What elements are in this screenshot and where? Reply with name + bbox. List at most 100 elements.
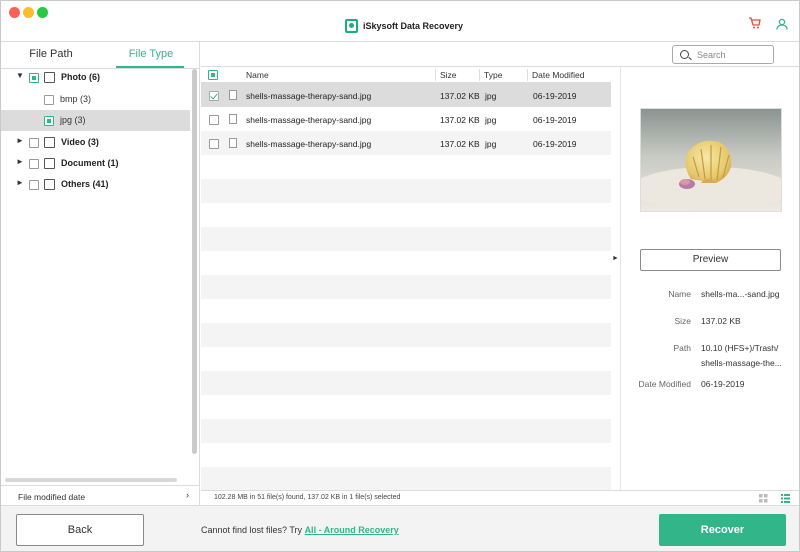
- chevron-down-icon[interactable]: ▼: [16, 71, 24, 80]
- others-checkbox[interactable]: [29, 180, 39, 190]
- user-icon[interactable]: [776, 18, 788, 30]
- column-size-header[interactable]: Size: [440, 70, 457, 80]
- preview-button[interactable]: Preview: [640, 249, 781, 271]
- tree-item-label: Video (3): [61, 137, 99, 147]
- all-around-recovery-link[interactable]: All - Around Recovery: [305, 525, 399, 535]
- search-placeholder: Search: [697, 50, 726, 60]
- row-checkbox[interactable]: [209, 139, 219, 149]
- tree-vertical-scrollbar[interactable]: [191, 69, 198, 454]
- image-file-icon: [229, 90, 237, 100]
- tree-item-label: Photo (6): [61, 72, 100, 82]
- file-name: shells-massage-therapy-sand.jpg: [246, 115, 372, 125]
- empty-row: [201, 275, 611, 299]
- recover-button[interactable]: Recover: [659, 514, 786, 546]
- maximize-window-button[interactable]: [37, 7, 48, 18]
- empty-row: [201, 251, 611, 275]
- file-size: 137.02 KB: [440, 139, 480, 149]
- document-checkbox[interactable]: [29, 159, 39, 169]
- title-bar: iSkysoft Data Recovery: [1, 1, 799, 42]
- empty-row: [201, 323, 611, 347]
- collapse-preview-icon[interactable]: ►: [612, 255, 619, 262]
- file-date: 06-19-2019: [533, 91, 577, 101]
- bottom-bar: Back Cannot find lost files? Try All - A…: [1, 505, 799, 551]
- app-logo-icon: [345, 19, 358, 33]
- table-row[interactable]: shells-massage-therapy-sand.jpg 137.02 K…: [201, 131, 611, 155]
- image-file-icon: [229, 114, 237, 124]
- search-icon: [680, 50, 689, 59]
- tree-item-bmp[interactable]: bmp (3): [1, 89, 190, 110]
- bmp-checkbox[interactable]: [44, 95, 54, 105]
- chevron-right-icon[interactable]: ►: [16, 178, 24, 187]
- select-all-checkbox[interactable]: [208, 70, 218, 80]
- path-value-line2: shells-massage-the...: [701, 358, 782, 368]
- tree-item-label: Document (1): [61, 158, 119, 168]
- table-row[interactable]: shells-massage-therapy-sand.jpg 137.02 K…: [201, 83, 611, 107]
- chevron-right-icon: ›: [186, 490, 189, 500]
- row-checkbox[interactable]: [209, 115, 219, 125]
- file-type-panel: File Path File Type ▼ Photo (6) bmp (3) …: [1, 42, 200, 505]
- scrollbar-thumb[interactable]: [192, 69, 197, 454]
- tab-file-path[interactable]: File Path: [1, 42, 101, 68]
- document-icon: [44, 158, 55, 169]
- tree-item-jpg[interactable]: jpg (3): [1, 110, 190, 131]
- table-row[interactable]: shells-massage-therapy-sand.jpg 137.02 K…: [201, 107, 611, 131]
- empty-row: [201, 179, 611, 203]
- column-divider[interactable]: [479, 69, 480, 81]
- tree-horizontal-scrollbar[interactable]: [5, 478, 177, 482]
- close-window-button[interactable]: [9, 7, 20, 18]
- column-type-header[interactable]: Type: [484, 70, 502, 80]
- empty-row: [201, 155, 611, 179]
- empty-row: [201, 443, 611, 467]
- cart-icon[interactable]: [748, 17, 761, 32]
- file-date: 06-19-2019: [533, 115, 577, 125]
- file-modified-date-filter[interactable]: File modified date ›: [1, 485, 199, 505]
- hint-text: Cannot find lost files? Try: [201, 525, 305, 535]
- tree-item-photo[interactable]: ▼ Photo (6): [1, 67, 190, 88]
- file-size: 137.02 KB: [440, 91, 480, 101]
- file-size: 137.02 KB: [440, 115, 480, 125]
- tree-item-label: bmp (3): [60, 94, 92, 104]
- file-type: jpg: [485, 115, 497, 125]
- others-icon: [44, 179, 55, 190]
- status-bar: 102.28 MB in 51 file(s) found, 137.02 KB…: [201, 490, 799, 505]
- filter-label: File modified date: [18, 492, 86, 502]
- grid-view-icon[interactable]: [759, 494, 768, 503]
- empty-row: [201, 203, 611, 227]
- empty-row: [201, 227, 611, 251]
- column-divider[interactable]: [435, 69, 436, 81]
- photo-checkbox[interactable]: [29, 73, 39, 83]
- status-text: 102.28 MB in 51 file(s) found, 137.02 KB…: [214, 494, 401, 501]
- tree-item-video[interactable]: ► Video (3): [1, 132, 190, 153]
- empty-row: [201, 395, 611, 419]
- row-checkbox[interactable]: [209, 91, 219, 101]
- name-label: Name: [668, 289, 691, 299]
- jpg-checkbox[interactable]: [44, 116, 54, 126]
- tab-file-type[interactable]: File Type: [101, 42, 201, 68]
- date-label: Date Modified: [638, 379, 691, 389]
- chevron-right-icon[interactable]: ►: [16, 157, 24, 166]
- preview-thumbnail: [640, 108, 782, 212]
- empty-row: [201, 299, 611, 323]
- path-value-line1: 10.10 (HFS+)/Trash/: [701, 343, 779, 353]
- minimize-window-button[interactable]: [23, 7, 34, 18]
- file-date: 06-19-2019: [533, 139, 577, 149]
- tree-item-document[interactable]: ► Document (1): [1, 153, 190, 174]
- search-input[interactable]: Search: [672, 45, 774, 64]
- tree-item-others[interactable]: ► Others (41): [1, 174, 190, 195]
- video-checkbox[interactable]: [29, 138, 39, 148]
- app-window: iSkysoft Data Recovery File Path File Ty…: [0, 0, 800, 552]
- back-button[interactable]: Back: [16, 514, 144, 546]
- column-divider[interactable]: [527, 69, 528, 81]
- preview-panel: Preview Name shells-ma...-sand.jpg Size …: [620, 67, 799, 505]
- tree-item-label: Others (41): [61, 179, 109, 189]
- column-name-header[interactable]: Name: [246, 70, 269, 80]
- empty-row: [201, 371, 611, 395]
- chevron-right-icon[interactable]: ►: [16, 136, 24, 145]
- name-value: shells-ma...-sand.jpg: [701, 289, 780, 299]
- column-date-header[interactable]: Date Modified: [532, 70, 584, 80]
- table-header: Name Size Type Date Modified: [201, 67, 611, 83]
- size-label: Size: [674, 316, 691, 326]
- file-name: shells-massage-therapy-sand.jpg: [246, 91, 372, 101]
- list-view-icon[interactable]: [781, 494, 790, 503]
- empty-row: [201, 467, 611, 490]
